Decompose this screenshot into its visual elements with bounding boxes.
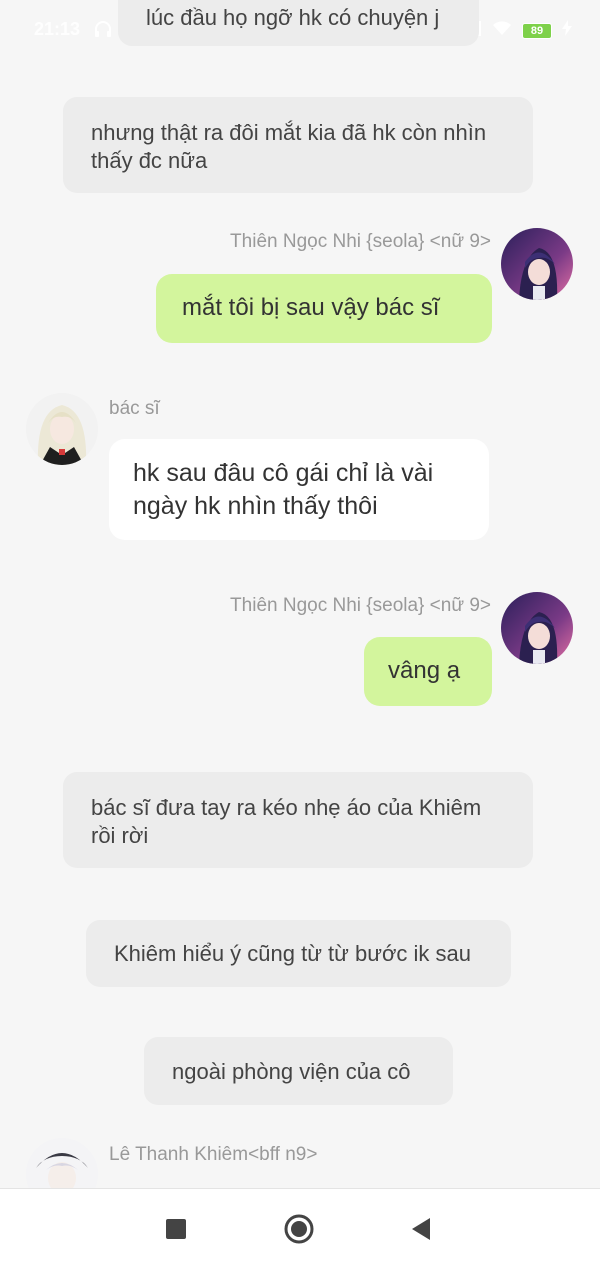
message-text: mắt tôi bị sau vậy bác sĩ (182, 294, 440, 321)
sender-name: bác sĩ (109, 398, 160, 419)
sender-name: Lê Thanh Khiêm<bff n9> (109, 1144, 318, 1165)
narration-text: nhưng thật ra đôi mắt kia đã hk còn nhìn… (91, 120, 487, 173)
battery-indicator: 89 (522, 22, 552, 39)
message-text: vâng ạ (388, 657, 461, 684)
message-text: hk sau đâu cô gái chỉ là vài ngày hk nhì… (133, 459, 434, 520)
narration-message: Khiêm hiểu ý cũng từ từ bước ik sau (86, 920, 511, 987)
narration-message: lúc đầu họ ngỡ hk có chuyện j (118, 0, 479, 46)
chat-bubble-user[interactable]: mắt tôi bị sau vậy bác sĩ (156, 274, 492, 343)
back-button[interactable] (406, 1213, 438, 1245)
status-time: 21:13 (34, 19, 81, 39)
narration-message: bác sĩ đưa tay ra kéo nhẹ áo của Khiêm r… (63, 772, 533, 868)
narration-text: lúc đầu họ ngỡ hk có chuyện j (146, 5, 440, 30)
circle-icon (283, 1214, 315, 1249)
recents-button[interactable] (160, 1213, 192, 1245)
user-avatar[interactable] (501, 592, 573, 664)
bolt-icon (562, 20, 572, 41)
triangle-back-icon (406, 1218, 438, 1249)
home-button[interactable] (283, 1213, 315, 1245)
chat-bubble-user[interactable]: vâng ạ (364, 637, 492, 706)
headphones-icon (94, 20, 112, 43)
narration-text: ngoài phòng viện của cô (172, 1059, 411, 1084)
sender-name: Thiên Ngọc Nhi {seola} <nữ 9> (230, 231, 491, 252)
wifi-icon (492, 20, 512, 41)
sender-name: Thiên Ngọc Nhi {seola} <nữ 9> (230, 595, 491, 616)
system-nav-bar (0, 1188, 600, 1268)
square-icon (160, 1219, 192, 1249)
narration-text: Khiêm hiểu ý cũng từ từ bước ik sau (114, 941, 471, 966)
user-avatar[interactable] (501, 228, 573, 300)
narration-message: nhưng thật ra đôi mắt kia đã hk còn nhìn… (63, 97, 533, 193)
narration-text: bác sĩ đưa tay ra kéo nhẹ áo của Khiêm r… (91, 795, 482, 848)
doctor-avatar[interactable] (26, 393, 98, 465)
narration-message: ngoài phòng viện của cô (144, 1037, 453, 1105)
chat-bubble-other[interactable]: hk sau đâu cô gái chỉ là vài ngày hk nhì… (109, 439, 489, 540)
